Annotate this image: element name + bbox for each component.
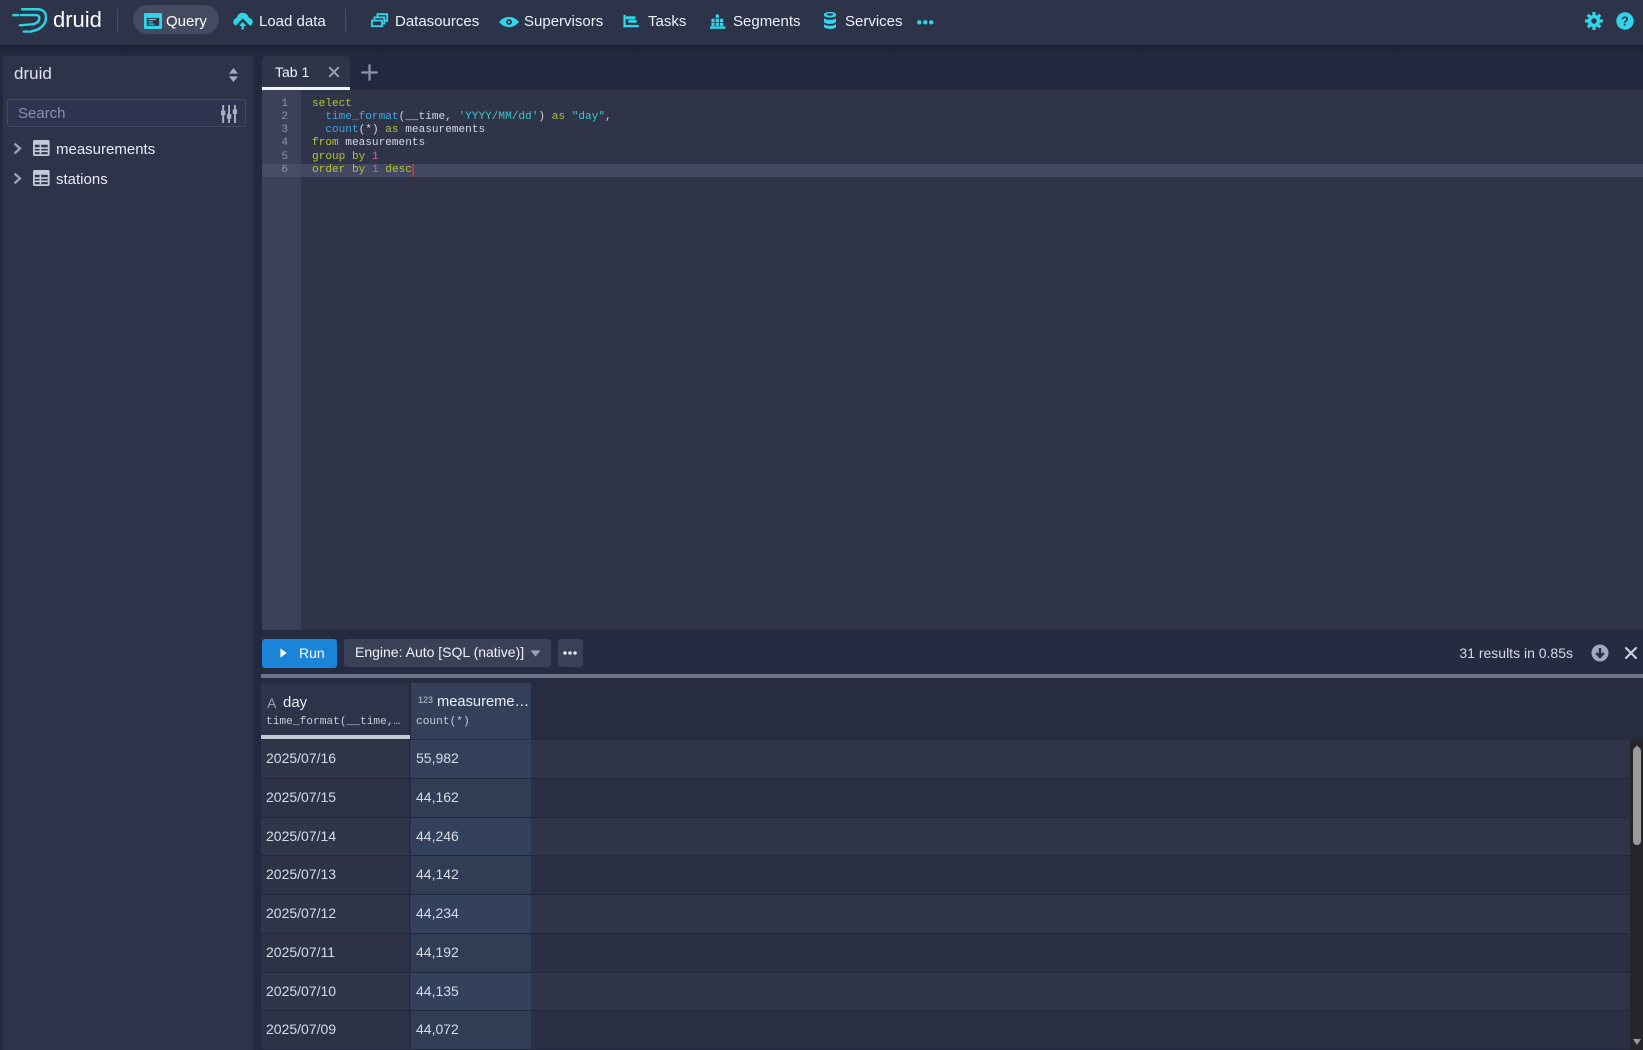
svg-text:?: ? [1621, 14, 1629, 28]
